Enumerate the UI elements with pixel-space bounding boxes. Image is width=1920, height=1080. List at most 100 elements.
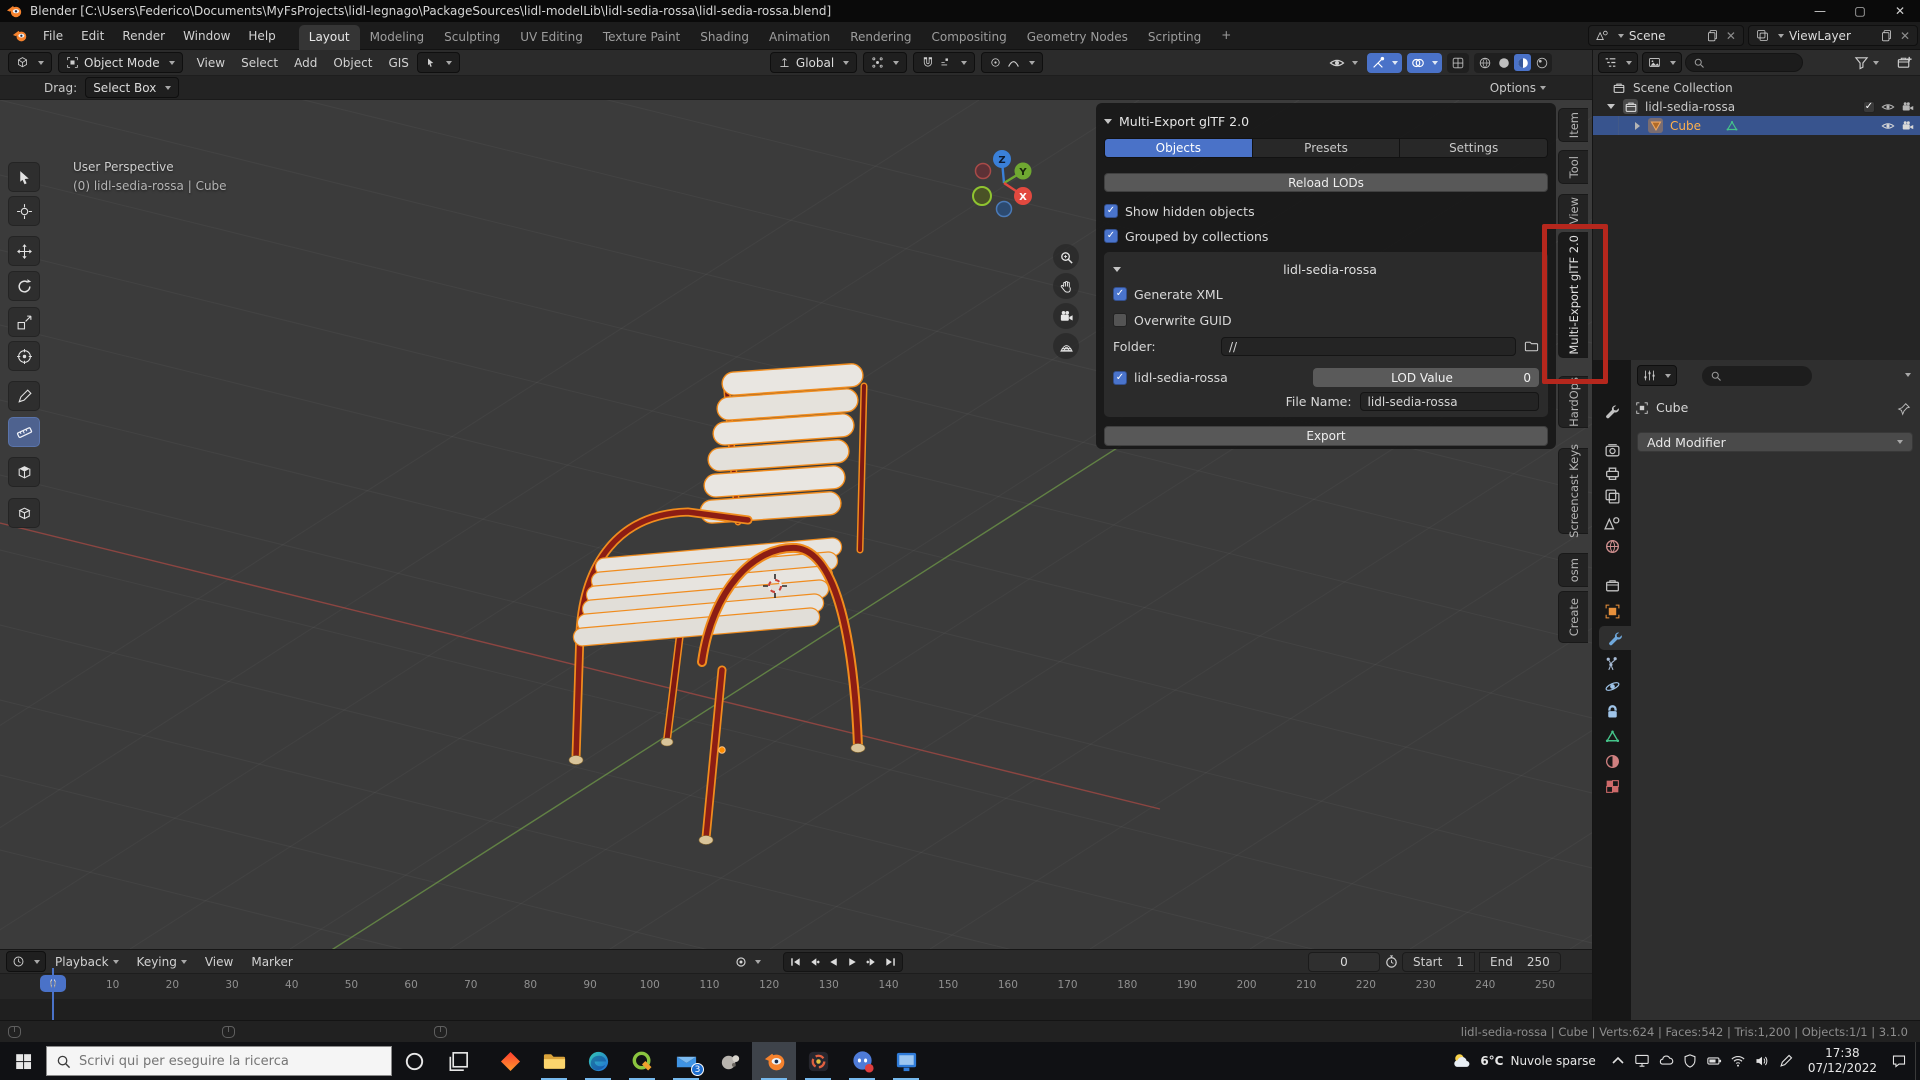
jump-to-start-button[interactable] — [786, 953, 805, 971]
material-tab-icon[interactable] — [1598, 749, 1626, 773]
data-tab-icon[interactable] — [1598, 724, 1626, 748]
sidebar-tab[interactable]: Tool — [1558, 150, 1588, 184]
davinci-icon[interactable] — [796, 1042, 840, 1080]
play-button[interactable] — [843, 953, 862, 971]
add-workspace-button[interactable]: + — [1211, 23, 1241, 48]
menu-edit[interactable]: Edit — [72, 22, 113, 50]
particles-tab-icon[interactable] — [1598, 651, 1626, 675]
select-box-tool-icon[interactable] — [8, 162, 40, 192]
viewport-3d[interactable]: Object Mode View Select Add Object GIS G… — [0, 50, 1592, 949]
battery-tray-icon[interactable] — [1702, 1042, 1726, 1080]
file-explorer-icon[interactable] — [532, 1042, 576, 1080]
physics-tab-icon[interactable] — [1598, 674, 1626, 698]
taskbar-search[interactable] — [46, 1046, 392, 1076]
workspace-tab[interactable]: Texture Paint — [593, 25, 690, 50]
workspace-tab[interactable]: Geometry Nodes — [1017, 25, 1138, 50]
overwrite-guid-checkbox[interactable] — [1113, 313, 1127, 327]
jump-to-end-button[interactable] — [881, 953, 900, 971]
shading-material-button[interactable] — [1514, 54, 1531, 71]
close-icon[interactable]: ✕ — [1900, 29, 1910, 43]
render-tab-icon[interactable] — [1598, 438, 1626, 462]
mode-selector[interactable]: Object Mode — [58, 52, 183, 73]
snap-widget[interactable] — [913, 52, 975, 73]
add-cube-tool-icon[interactable] — [8, 457, 40, 487]
eye-icon[interactable] — [1880, 118, 1895, 133]
chair-model[interactable] — [540, 350, 900, 870]
object-tab-icon[interactable] — [1598, 599, 1626, 623]
item-export-checkbox[interactable] — [1113, 371, 1127, 385]
menu-object[interactable]: Object — [325, 50, 380, 76]
lod-value-slider[interactable]: LOD Value 0 — [1313, 368, 1539, 387]
properties-options-dropdown[interactable] — [1905, 373, 1911, 377]
blender-icon[interactable] — [752, 1042, 796, 1080]
texture-tab-icon[interactable] — [1598, 774, 1626, 798]
qgis-icon[interactable] — [620, 1042, 664, 1080]
monitor-tray-icon[interactable] — [1630, 1042, 1654, 1080]
scene-tab-icon[interactable] — [1598, 511, 1626, 535]
properties-editor-selector[interactable] — [1637, 365, 1677, 386]
viewlayer-tab-icon[interactable] — [1598, 484, 1626, 508]
show-desktop-button[interactable] — [1915, 1042, 1920, 1080]
filter-dropdown[interactable] — [1854, 55, 1879, 70]
timeline-ruler[interactable]: 0 01020304050607080901001101201301401501… — [0, 974, 1592, 999]
timeline-keyframe-area[interactable] — [0, 999, 1592, 1021]
menu-add[interactable]: Add — [286, 50, 325, 76]
navigation-gizmo[interactable]: Z Y X — [965, 144, 1043, 222]
constraints-tab-icon[interactable] — [1598, 699, 1626, 723]
gimp-icon[interactable] — [708, 1042, 752, 1080]
action-center-button[interactable] — [1887, 1042, 1911, 1080]
show-hidden-checkbox[interactable] — [1104, 204, 1118, 218]
next-keyframe-button[interactable] — [862, 953, 881, 971]
modifier-tab-icon[interactable] — [1599, 626, 1631, 650]
extra-tool-icon[interactable] — [8, 498, 40, 528]
workspace-tab[interactable]: Sculpting — [434, 25, 510, 50]
volume-tray-icon[interactable] — [1750, 1042, 1774, 1080]
blender-menu-icon[interactable] — [10, 28, 28, 44]
disclosure-collapsed-icon[interactable] — [1635, 122, 1640, 130]
auto-keying-dropdown[interactable] — [755, 960, 761, 964]
menu-playback[interactable]: Playback — [46, 950, 128, 974]
stopwatch-icon[interactable] — [1384, 954, 1399, 969]
generate-xml-checkbox[interactable] — [1113, 287, 1127, 301]
tab-objects[interactable]: Objects — [1105, 139, 1253, 157]
mail-icon[interactable]: 3 — [664, 1042, 708, 1080]
export-button[interactable]: Export — [1104, 426, 1548, 446]
sidebar-tab[interactable]: View — [1558, 194, 1588, 228]
scene-selector[interactable]: Scene ✕ — [1588, 25, 1744, 46]
options-dropdown[interactable]: Options — [1490, 81, 1546, 95]
collapse-group-icon[interactable] — [1113, 267, 1121, 272]
search-input[interactable] — [79, 1054, 359, 1069]
close-button[interactable]: ✕ — [1880, 0, 1920, 22]
app-red-diamond-icon[interactable] — [488, 1042, 532, 1080]
auto-keying-button[interactable] — [732, 953, 751, 971]
taskbar-clock[interactable]: 17:38 07/12/2022 — [1798, 1046, 1887, 1076]
folder-browse-icon[interactable] — [1524, 339, 1539, 354]
viewport-canvas[interactable]: User Perspective (0) lidl-sedia-rossa | … — [0, 100, 1592, 949]
drag-mode-selector[interactable]: Select Box — [85, 77, 179, 98]
menu-keying[interactable]: Keying — [128, 950, 196, 974]
menu-marker[interactable]: Marker — [242, 950, 301, 974]
properties-search-input[interactable] — [1702, 366, 1812, 386]
disclosure-expanded-icon[interactable] — [1607, 104, 1615, 109]
outliner-display-mode[interactable] — [1642, 52, 1682, 73]
cortana-button[interactable] — [392, 1042, 436, 1080]
wifi-tray-icon[interactable] — [1726, 1042, 1750, 1080]
remote-desktop-icon[interactable] — [884, 1042, 928, 1080]
pan-hand-icon[interactable] — [1053, 273, 1079, 299]
add-modifier-dropdown[interactable]: Add Modifier — [1637, 432, 1913, 452]
collapse-panel-icon[interactable] — [1104, 119, 1112, 124]
rotate-tool-icon[interactable] — [8, 271, 40, 301]
menu-file[interactable]: File — [34, 22, 72, 50]
sidebar-tab[interactable]: Item — [1558, 108, 1588, 142]
editor-type-selector[interactable] — [8, 52, 52, 73]
transform-tool-icon[interactable] — [8, 341, 40, 371]
minimize-button[interactable]: — — [1800, 0, 1840, 22]
workspace-tab[interactable]: Shading — [690, 25, 759, 50]
menu-render[interactable]: Render — [113, 22, 174, 50]
measure-tool-icon[interactable] — [8, 417, 40, 447]
menu-window[interactable]: Window — [174, 22, 239, 50]
play-reverse-button[interactable] — [824, 953, 843, 971]
view-layer-selector[interactable]: ViewLayer ✕ — [1748, 25, 1918, 46]
workspace-tab[interactable]: Scripting — [1138, 25, 1211, 50]
shading-solid-button[interactable] — [1495, 54, 1512, 71]
